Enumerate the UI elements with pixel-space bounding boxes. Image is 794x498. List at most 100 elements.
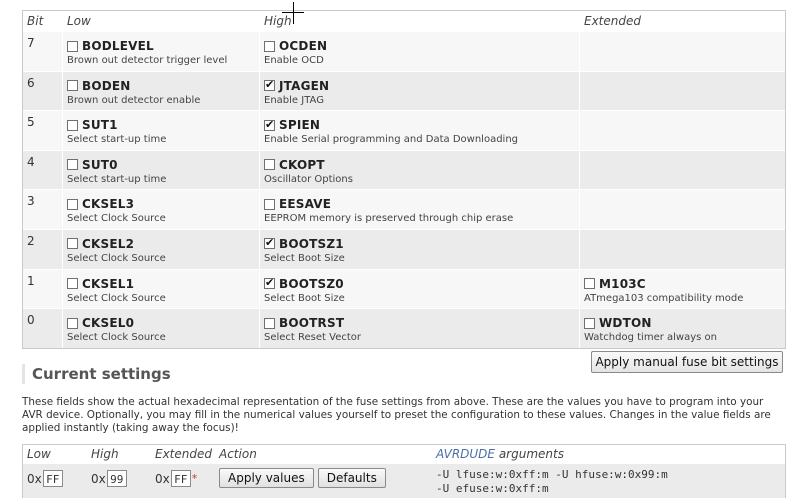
defaults-button[interactable]: Defaults <box>317 468 386 488</box>
fuse-cell-low: SUT0 Select start-up time <box>63 150 260 190</box>
fuse-cell-low: CKSEL0 Select Clock Source <box>63 309 260 348</box>
fuse-checkbox[interactable] <box>264 159 275 171</box>
fuse-checkbox[interactable] <box>67 159 78 171</box>
extended-fuse-input[interactable]: FF <box>170 470 191 487</box>
fuse-cell-low: BODLEVEL Brown out detector trigger level <box>63 32 260 71</box>
fuse-row: 7 BODLEVEL Brown out detector trigger leve… <box>23 31 785 71</box>
fuse-name: SUT1 <box>82 118 118 133</box>
fuse-checkbox[interactable] <box>264 317 275 329</box>
required-marker: * <box>191 472 198 485</box>
fuse-description: Select start-up time <box>67 173 167 185</box>
avrdude-args-line2: -U efuse:w:0xff:m <box>436 482 549 495</box>
fuse-flag[interactable]: WDTON <box>584 315 785 331</box>
fuse-description: EEPROM memory is preserved through chip … <box>264 213 514 225</box>
fuse-flag[interactable]: BODEN <box>67 78 259 94</box>
bit-number: 5 <box>23 111 63 150</box>
cur-header-avrdude: AVRDUDE arguments <box>432 445 785 464</box>
fuse-flag[interactable]: SUT1 <box>67 117 259 133</box>
fuse-checkbox[interactable] <box>67 80 78 92</box>
fuse-checkbox[interactable] <box>67 238 78 250</box>
current-settings-description: These fields show the actual hexadecimal… <box>22 396 771 434</box>
fuse-checkbox[interactable] <box>264 78 275 92</box>
fuse-description: Select Reset Vector <box>264 332 362 344</box>
fuse-flag[interactable]: CKSEL0 <box>67 315 259 331</box>
fuse-checkbox[interactable] <box>584 278 595 290</box>
fuse-flag[interactable]: OCDEN <box>264 38 579 54</box>
fuse-description: Enable OCD <box>264 55 324 66</box>
fuse-cell-high: CKOPT Oscillator Options <box>260 150 580 190</box>
fuse-cell-ext: M103C ATmega103 compatibility mode <box>580 270 785 309</box>
fuse-cell-ext: WDTON Watchdog timer always on <box>580 309 785 348</box>
fuse-checkbox[interactable] <box>67 278 78 290</box>
bit-number: 3 <box>23 190 63 229</box>
fuse-flag[interactable]: SPIEN <box>264 117 579 133</box>
fuse-cell-high: EESAVE EEPROM memory is preserved through… <box>260 190 580 229</box>
current-settings-row: 0x FF 0x 99 0x FF * Apply values Defaults -U … <box>23 464 785 498</box>
fuse-row: 4 SUT0 Select start-up time CKOPT Oscillator… <box>23 149 785 190</box>
fuse-flag[interactable]: BOOTSZ1 <box>264 236 579 252</box>
fuse-cell-low: BODEN Brown out detector enable <box>63 71 260 111</box>
fuse-name: CKSEL3 <box>82 197 135 212</box>
fuse-cell-high: JTAGENEnable JTAG <box>260 71 580 111</box>
cur-header-action: Action <box>219 447 257 461</box>
fuse-description: Select Boot Size <box>264 292 345 304</box>
fuse-name: SPIEN <box>279 118 321 133</box>
fuse-cell-low: CKSEL3 Select Clock Source <box>63 190 260 229</box>
fuse-flag[interactable]: SUT0 <box>67 157 259 173</box>
fuse-description: Select start-up time <box>67 134 167 146</box>
cur-header-extended: Extended <box>155 447 212 461</box>
fuse-cell-ext <box>580 32 785 71</box>
fuse-flag[interactable]: CKSEL3 <box>67 196 259 212</box>
fuse-flag[interactable]: M103C <box>584 276 785 292</box>
fuse-checkbox[interactable] <box>67 40 78 52</box>
fuse-description: Select Boot Size <box>264 252 345 264</box>
fuse-bit-table: Bit Low High Extended 7 BODLEVEL Brown out… <box>22 10 786 349</box>
high-fuse-input[interactable]: 99 <box>106 470 127 487</box>
bit-number: 1 <box>23 269 63 309</box>
low-fuse-input[interactable]: FF <box>42 470 63 487</box>
apply-values-button[interactable]: Apply values <box>219 468 314 488</box>
fuse-description: ATmega103 compatibility mode <box>584 292 744 304</box>
fuse-cell-ext <box>580 230 785 269</box>
arguments-label: arguments <box>495 447 564 461</box>
apply-manual-fuse-button[interactable]: Apply manual fuse bit settings <box>591 351 783 373</box>
fuse-table-header: Bit Low High Extended <box>23 11 785 31</box>
fuse-name: EESAVE <box>279 197 332 212</box>
fuse-checkbox[interactable] <box>264 40 275 52</box>
fuse-checkbox[interactable] <box>67 198 78 210</box>
hex-prefix: 0x <box>155 471 170 486</box>
bit-number: 4 <box>23 150 63 190</box>
crosshair-cursor-icon <box>282 2 304 24</box>
fuse-checkbox[interactable] <box>584 317 595 329</box>
fuse-cell-high: BOOTRST Select Reset Vector <box>260 309 580 348</box>
avrdude-label: AVRDUDE <box>436 447 496 461</box>
bit-number: 0 <box>23 309 63 348</box>
fuse-row: 5SUT1Select start-up timeSPIENEnable Ser… <box>23 110 785 150</box>
fuse-flag[interactable]: BOOTSZ0 <box>264 276 579 292</box>
fuse-description: Brown out detector trigger level <box>67 55 228 66</box>
fuse-checkbox[interactable] <box>264 276 275 290</box>
avrdude-cell: -U lfuse:w:0xff:m -U hfuse:w:0x99:m -U e… <box>432 464 785 498</box>
fuse-flag[interactable]: BODLEVEL <box>67 38 259 54</box>
fuse-flag[interactable]: CKSEL2 <box>67 236 259 252</box>
fuse-flag[interactable]: EESAVE <box>264 196 579 212</box>
fuse-flag[interactable]: BOOTRST <box>264 315 579 331</box>
fuse-flag[interactable]: CKSEL1 <box>67 276 259 292</box>
fuse-name: BOOTSZ0 <box>279 276 344 291</box>
fuse-flag[interactable]: JTAGEN <box>264 78 579 94</box>
header-high: High <box>264 14 292 28</box>
fuse-cell-ext <box>580 111 785 150</box>
fuse-description: Brown out detector enable <box>67 94 201 106</box>
fuse-row: 6BODENBrown out detector enableJTAGENEna… <box>23 70 785 111</box>
fuse-checkbox[interactable] <box>264 118 275 131</box>
fuse-cell-high: OCDEN Enable OCD <box>260 32 580 71</box>
fuse-checkbox[interactable] <box>264 236 275 250</box>
fuse-description: Select Clock Source <box>67 252 166 264</box>
cur-header-low: Low <box>27 447 51 461</box>
fuse-name: SUT0 <box>82 157 118 172</box>
fuse-flag[interactable]: CKOPT <box>264 157 579 173</box>
fuse-name: BODEN <box>82 78 131 93</box>
fuse-checkbox[interactable] <box>264 198 275 210</box>
fuse-checkbox[interactable] <box>67 119 78 131</box>
fuse-checkbox[interactable] <box>67 317 78 329</box>
